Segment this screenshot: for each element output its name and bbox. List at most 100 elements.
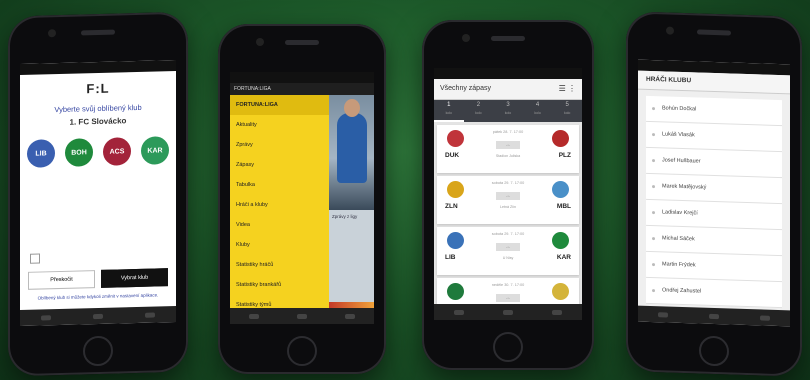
home-team: DUK — [445, 152, 460, 159]
away-crest-icon — [552, 232, 569, 249]
match-score: -:- — [496, 192, 520, 200]
android-nav-bar — [638, 305, 790, 327]
hamburger-icon[interactable]: ☰ ⋮ — [559, 79, 576, 99]
back-icon[interactable] — [658, 311, 669, 318]
bullet-icon — [652, 133, 655, 137]
speaker — [81, 29, 115, 36]
menu-item[interactable]: Kluby — [230, 235, 329, 255]
speaker — [491, 36, 525, 41]
crest-icon[interactable]: ACS — [103, 137, 131, 166]
crest-icon[interactable]: KAR — [141, 136, 169, 165]
match-date: neděle 30. 7. 17:00 — [491, 283, 525, 287]
home-crest-icon — [447, 283, 464, 300]
select-club-button[interactable]: Vybrat klub — [101, 268, 168, 288]
android-nav-bar — [230, 308, 374, 324]
round-tab[interactable]: 4 kolo — [523, 100, 553, 122]
recent-apps-icon[interactable] — [759, 314, 770, 321]
home-button[interactable] — [699, 335, 729, 367]
choose-club-prompt: Vyberte svůj oblíbený klub — [54, 102, 142, 115]
menu-item[interactable]: Statistiky brankářů — [230, 275, 329, 295]
settings-note: Oblíbený klub si můžete kdykoli změnit v… — [37, 292, 159, 301]
status-bar — [20, 59, 176, 76]
bullet-icon — [652, 237, 655, 241]
page-title: Všechny zápasy — [440, 85, 491, 92]
camera — [256, 38, 264, 46]
menu-item[interactable]: Zápasy — [230, 155, 329, 175]
match-score: -:- — [496, 243, 520, 251]
home-team: ZLN — [445, 203, 458, 210]
player-row[interactable]: Ondřej Zahustel — [646, 277, 782, 309]
match-card[interactable]: DUK PLZ pátek 28. 7. 17:00 -:- Stadion Julis… — [437, 125, 579, 173]
round-tab[interactable]: 3 kolo — [493, 100, 523, 122]
round-tab-label: kolo — [445, 111, 452, 115]
crest-carousel[interactable]: LIB BOH ACS KAR — [20, 136, 176, 168]
match-card[interactable]: ZLN MBL sobota 29. 7. 17:00 -:- Letná Zlín — [437, 176, 579, 224]
menu-item[interactable]: Hráči a kluby — [230, 195, 329, 215]
player-list: Bohún Dočkal Lukáš Vlasák Josef Hušbauer Ma… — [646, 95, 782, 309]
recent-apps-icon[interactable] — [145, 312, 155, 318]
player-head — [344, 99, 360, 117]
back-icon[interactable] — [453, 309, 464, 315]
away-crest-icon — [552, 130, 569, 147]
recent-apps-icon[interactable] — [552, 309, 563, 315]
match-stadium: U Nisy — [502, 256, 514, 260]
selected-club-name: 1. FC Slovácko — [69, 116, 127, 127]
news-headline[interactable]: Zprávy z ligy — [329, 212, 374, 221]
round-tab-label: kolo — [504, 111, 512, 115]
away-team: MBL — [556, 203, 571, 210]
home-icon[interactable] — [502, 309, 513, 315]
app-bar-title: FORTUNA:LIGA — [230, 83, 374, 95]
round-tabs: 1 kolo 2 kolo 3 kolo 4 kolo 5 kolo — [434, 100, 582, 122]
remember-checkbox[interactable] — [30, 253, 40, 264]
recent-apps-icon[interactable] — [345, 313, 355, 319]
app-logo: F:L — [86, 80, 110, 97]
camera — [666, 26, 674, 35]
menu-item[interactable]: Tabulka — [230, 175, 329, 195]
round-tab-label: kolo — [475, 111, 482, 115]
match-score: -:- — [496, 294, 520, 302]
match-card[interactable]: LIB KAR sobota 29. 7. 17:00 -:- U Nisy — [437, 227, 579, 275]
home-crest-icon — [447, 181, 464, 198]
home-button[interactable] — [493, 332, 523, 362]
phone-club-select: F:L Vyberte svůj oblíbený klub 1. FC Slo… — [8, 11, 188, 377]
back-icon[interactable] — [41, 314, 51, 320]
crest-icon[interactable]: BOH — [65, 138, 93, 167]
android-nav-bar — [434, 304, 582, 320]
screen: Všechny zápasy ☰ ⋮ 1 kolo 2 kolo 3 kolo 4 kolo 5… — [434, 68, 582, 320]
back-icon[interactable] — [249, 313, 259, 319]
skip-button[interactable]: Přeskočit — [28, 270, 95, 290]
away-team: PLZ — [558, 152, 571, 159]
crest-icon[interactable]: LIB — [27, 139, 55, 168]
away-crest-icon — [552, 181, 569, 198]
match-date: sobota 29. 7. 17:00 — [491, 181, 525, 185]
match-stadium: Stadion Juliska — [495, 154, 521, 158]
home-team: LIB — [445, 254, 456, 261]
menu-item[interactable]: Statistiky hráčů — [230, 255, 329, 275]
match-date: sobota 29. 7. 17:00 — [491, 232, 525, 236]
menu-item[interactable]: Zprávy — [230, 135, 329, 155]
home-button[interactable] — [83, 335, 113, 367]
phone-players: HRÁČI KLUBU Bohún Dočkal Lukáš Vlasák Jose… — [626, 11, 802, 377]
away-crest-icon — [552, 283, 569, 300]
home-button[interactable] — [287, 336, 317, 366]
away-team: KAR — [556, 254, 571, 261]
home-icon[interactable] — [708, 313, 719, 319]
round-tab[interactable]: 5 kolo — [552, 100, 582, 122]
page-title: HRÁČI KLUBU — [638, 70, 790, 95]
home-crest-icon — [447, 130, 464, 147]
home-crest-icon — [447, 232, 464, 249]
home-icon[interactable] — [297, 313, 307, 319]
speaker — [285, 40, 319, 45]
menu-item[interactable]: Aktuality — [230, 115, 329, 135]
status-bar — [434, 68, 582, 79]
round-tab[interactable]: 1 kolo — [434, 100, 464, 122]
home-icon[interactable] — [93, 313, 103, 319]
menu-item[interactable]: FORTUNA:LIGA — [230, 95, 329, 115]
news-photo[interactable] — [329, 95, 374, 210]
round-tab[interactable]: 2 kolo — [464, 100, 494, 122]
round-tab-label: kolo — [563, 111, 571, 115]
speaker — [697, 29, 731, 36]
bullet-icon — [652, 107, 655, 111]
bullet-icon — [652, 159, 655, 163]
menu-item[interactable]: Videa — [230, 215, 329, 235]
